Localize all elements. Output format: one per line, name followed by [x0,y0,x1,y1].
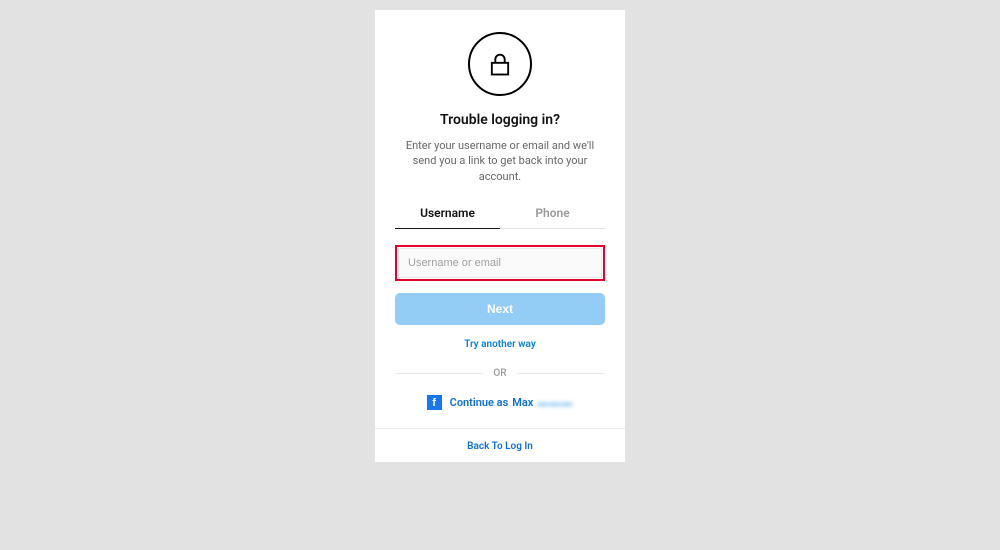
divider-line [395,373,483,374]
divider-line [517,373,605,374]
facebook-icon: f [427,395,442,410]
continue-with-facebook-button[interactable]: f Continue as Max ▬▬▬ [427,395,574,410]
lock-icon [468,32,532,96]
or-divider: OR [395,368,605,379]
username-input[interactable] [398,248,602,278]
tab-username[interactable]: Username [395,198,500,228]
facebook-continue-text: Continue as Max ▬▬▬ [450,396,574,409]
tab-phone[interactable]: Phone [500,198,605,228]
username-input-highlight [395,245,605,281]
back-to-login-link[interactable]: Back To Log In [395,429,605,462]
or-label: OR [493,368,506,379]
forgot-password-card: Trouble logging in? Enter your username … [375,10,625,462]
page-subtitle: Enter your username or email and we'll s… [395,138,605,184]
page-title: Trouble logging in? [440,112,560,128]
facebook-user-first-name: Max [512,396,533,409]
try-another-way-link[interactable]: Try another way [464,339,536,350]
facebook-user-last-name-obscured: ▬▬▬ [537,396,573,409]
tab-row: Username Phone [395,198,605,229]
next-button[interactable]: Next [395,293,605,325]
facebook-continue-prefix: Continue as [450,396,509,409]
